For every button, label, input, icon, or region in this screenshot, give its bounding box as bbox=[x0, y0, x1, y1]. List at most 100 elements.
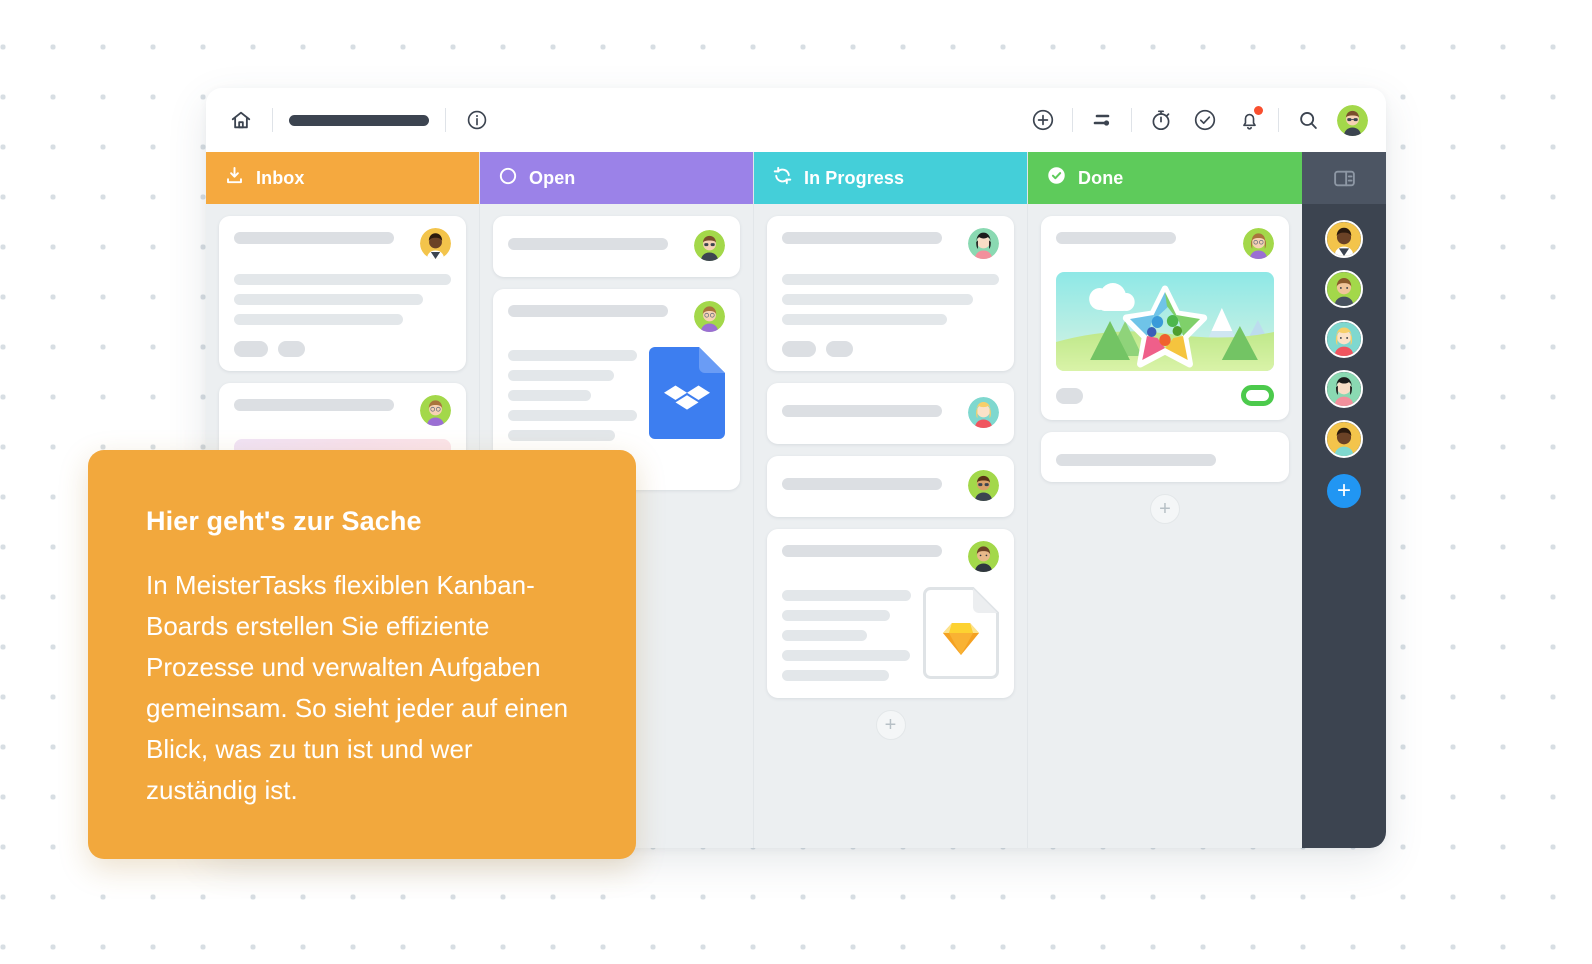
card-header bbox=[1056, 228, 1274, 259]
card-tags bbox=[782, 341, 999, 357]
card-assignee-avatar[interactable] bbox=[968, 228, 999, 259]
card-body-with-attachment bbox=[508, 347, 725, 444]
card-title-placeholder bbox=[782, 545, 942, 557]
toolbar-divider bbox=[1072, 108, 1073, 132]
task-card[interactable] bbox=[767, 383, 1014, 444]
member-avatar-3[interactable] bbox=[1325, 320, 1363, 358]
card-header bbox=[234, 228, 451, 259]
card-assignee-avatar[interactable] bbox=[1243, 228, 1274, 259]
done-check-icon bbox=[1046, 165, 1067, 191]
home-icon[interactable] bbox=[226, 105, 256, 135]
toolbar-divider bbox=[272, 108, 273, 132]
member-avatar-2[interactable] bbox=[1325, 270, 1363, 308]
notifications-bell-icon[interactable] bbox=[1234, 105, 1264, 135]
task-card[interactable] bbox=[767, 216, 1014, 371]
card-assignee-avatar[interactable] bbox=[420, 228, 451, 259]
card-title-placeholder bbox=[782, 405, 942, 417]
card-header bbox=[234, 395, 451, 426]
placeholder-bar bbox=[782, 294, 973, 305]
placeholder-bar bbox=[782, 590, 911, 601]
member-avatar-5[interactable] bbox=[1325, 420, 1363, 458]
timer-icon[interactable] bbox=[1146, 105, 1176, 135]
column-cards-in-progress: + bbox=[754, 204, 1027, 848]
filter-icon[interactable] bbox=[1087, 105, 1117, 135]
placeholder-bar bbox=[508, 430, 616, 441]
card-assignee-avatar[interactable] bbox=[968, 397, 999, 428]
member-avatar-1[interactable] bbox=[1325, 220, 1363, 258]
add-icon[interactable] bbox=[1028, 105, 1058, 135]
task-card[interactable] bbox=[219, 216, 466, 371]
add-card-button[interactable]: + bbox=[1150, 494, 1180, 524]
placeholder-bar bbox=[508, 370, 614, 381]
card-title-placeholder bbox=[1056, 232, 1176, 244]
placeholder-bar bbox=[782, 314, 947, 325]
card-title-placeholder bbox=[782, 478, 942, 490]
column-title: In Progress bbox=[804, 167, 905, 188]
info-icon[interactable] bbox=[462, 105, 492, 135]
project-name-pill[interactable] bbox=[289, 114, 429, 126]
card-assignee-avatar[interactable] bbox=[420, 395, 451, 426]
column-header-done[interactable]: Done bbox=[1028, 152, 1302, 204]
card-body-placeholder bbox=[782, 274, 999, 325]
add-member-button[interactable]: + bbox=[1327, 474, 1361, 508]
card-tag[interactable] bbox=[782, 341, 816, 357]
card-header bbox=[508, 301, 725, 332]
toolbar-right-group bbox=[1028, 104, 1368, 136]
task-card[interactable] bbox=[767, 529, 1014, 698]
toolbar-divider bbox=[1131, 108, 1132, 132]
member-avatar-4[interactable] bbox=[1325, 370, 1363, 408]
member-avatar-list: + bbox=[1325, 204, 1363, 508]
column-title: Open bbox=[529, 167, 576, 188]
card-assignee-avatar[interactable] bbox=[968, 470, 999, 501]
card-assignee-avatar[interactable] bbox=[694, 301, 725, 332]
card-body-placeholder bbox=[782, 590, 911, 681]
card-title-placeholder bbox=[508, 305, 668, 317]
in-progress-sync-icon bbox=[772, 165, 793, 191]
card-image-preview[interactable] bbox=[1056, 272, 1274, 371]
card-title-placeholder bbox=[782, 232, 942, 244]
column-header-in-progress[interactable]: In Progress bbox=[754, 152, 1027, 204]
column-cards-done: + bbox=[1028, 204, 1302, 848]
check-circle-icon[interactable] bbox=[1190, 105, 1220, 135]
column-title: Inbox bbox=[256, 167, 305, 188]
placeholder-bar bbox=[234, 294, 423, 305]
search-icon[interactable] bbox=[1293, 105, 1323, 135]
sketch-file-icon[interactable] bbox=[923, 587, 999, 684]
open-circle-icon bbox=[498, 166, 518, 191]
placeholder-bar bbox=[782, 610, 891, 621]
card-header bbox=[782, 228, 999, 259]
placeholder-bar bbox=[508, 350, 637, 361]
board-column-in-progress: In Progress + bbox=[754, 152, 1028, 848]
board-column-done: Done + bbox=[1028, 152, 1302, 848]
placeholder-bar bbox=[508, 390, 591, 401]
card-tag[interactable] bbox=[234, 341, 268, 357]
column-header-inbox[interactable]: Inbox bbox=[206, 152, 479, 204]
card-tag[interactable] bbox=[826, 341, 853, 357]
column-title: Done bbox=[1078, 167, 1124, 188]
tooltip-title: Hier geht's zur Sache bbox=[146, 506, 422, 536]
task-card[interactable] bbox=[767, 456, 1014, 517]
add-card-button[interactable]: + bbox=[875, 710, 906, 740]
placeholder-bar bbox=[782, 670, 890, 681]
card-assignee-avatar[interactable] bbox=[694, 230, 725, 261]
notification-badge bbox=[1254, 106, 1263, 115]
tooltip-body: In MeisterTasks flexiblen Kanban-Boards … bbox=[146, 570, 569, 806]
card-tag[interactable] bbox=[1056, 387, 1083, 404]
panel-toggle-icon[interactable] bbox=[1302, 152, 1386, 204]
dropbox-file-icon[interactable] bbox=[649, 347, 725, 444]
avatar[interactable] bbox=[1337, 104, 1368, 136]
card-header bbox=[782, 541, 999, 572]
member-sidebar: + bbox=[1302, 152, 1386, 848]
task-card[interactable] bbox=[493, 216, 740, 277]
card-header bbox=[782, 470, 999, 501]
task-card[interactable] bbox=[1041, 432, 1289, 482]
toolbar-divider bbox=[1278, 108, 1279, 132]
card-assignee-avatar[interactable] bbox=[968, 541, 999, 572]
placeholder-bar bbox=[782, 274, 999, 285]
task-card[interactable] bbox=[1041, 216, 1289, 420]
card-header bbox=[782, 397, 999, 428]
card-tag[interactable] bbox=[278, 341, 305, 357]
top-toolbar bbox=[206, 88, 1386, 152]
column-header-open[interactable]: Open bbox=[480, 152, 753, 204]
green-pill-badge[interactable] bbox=[1241, 385, 1274, 406]
